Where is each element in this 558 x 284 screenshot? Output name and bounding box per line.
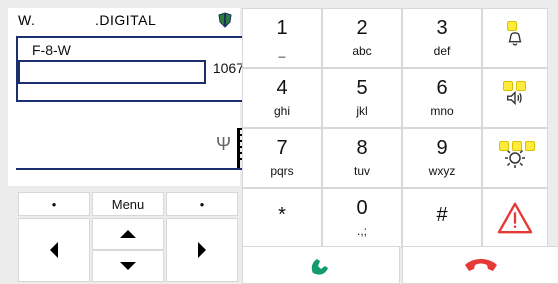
right-arrow-key[interactable]: [166, 218, 238, 282]
key-hash[interactable]: #: [402, 188, 482, 248]
speaker-key[interactable]: [482, 68, 548, 128]
alert-icon: [497, 202, 533, 234]
screen-number: 1067: [212, 60, 244, 76]
brand-left: W.: [18, 12, 36, 28]
key-8-main: 8: [356, 137, 368, 159]
bell-key[interactable]: [482, 8, 548, 68]
light-key[interactable]: [482, 128, 548, 188]
key-3[interactable]: 3 def: [402, 8, 482, 68]
key-0-sub: .,;: [356, 224, 367, 238]
key-9[interactable]: 9 wxyz: [402, 128, 482, 188]
indicator-dot: [503, 81, 513, 91]
key-4-sub: ghi: [273, 104, 290, 118]
key-5-main: 5: [356, 77, 368, 99]
key-5-sub: jkl: [356, 104, 368, 118]
key-3-main: 3: [436, 17, 448, 39]
call-icon: [311, 259, 328, 275]
key-6[interactable]: 6 mno: [402, 68, 482, 128]
call-row: [242, 246, 558, 284]
key-2-main: 2: [356, 17, 368, 39]
key-4-main: 4: [276, 77, 288, 99]
key-star-main: *: [278, 204, 286, 226]
key-4[interactable]: 4 ghi: [242, 68, 322, 128]
soft-right-label: •: [199, 196, 205, 212]
indicator-dot: [499, 141, 509, 151]
arrow-left-icon: [50, 242, 58, 258]
indicator-dot: [516, 81, 526, 91]
indicator-dots-3: [499, 141, 535, 151]
brand-right: .DIGITAL: [95, 12, 157, 28]
screen-box: F-8-W 1067: [16, 36, 248, 102]
key-7[interactable]: 7 pqrs: [242, 128, 322, 188]
left-arrow-key[interactable]: [18, 218, 90, 282]
down-arrow-key[interactable]: [92, 250, 164, 282]
menu-key[interactable]: Menu: [92, 192, 164, 216]
end-call-key[interactable]: [402, 246, 558, 284]
key-7-main: 7: [276, 137, 288, 159]
key-2-sub: abc: [352, 44, 372, 58]
alert-key[interactable]: [482, 188, 548, 248]
key-0[interactable]: 0 .,;: [322, 188, 402, 248]
indicator-dot: [525, 141, 535, 151]
display-divider: [16, 168, 248, 170]
key-9-main: 9: [436, 137, 448, 159]
call-key[interactable]: [242, 246, 400, 284]
shield-icon: [218, 12, 232, 28]
key-5[interactable]: 5 jkl: [322, 68, 402, 128]
key-6-sub: mno: [430, 104, 454, 118]
key-7-sub: pqrs: [270, 164, 294, 178]
key-3-sub: def: [433, 44, 451, 58]
soft-left-label: •: [51, 196, 57, 212]
indicator-dot: [512, 141, 522, 151]
key-1-sub: _: [278, 44, 286, 58]
soft-left-key[interactable]: •: [18, 192, 90, 216]
arrow-up-icon: [120, 230, 136, 238]
key-0-main: 0: [356, 197, 368, 219]
arrow-down-icon: [120, 262, 136, 270]
indicator-dots-2: [503, 81, 526, 91]
arrow-right-icon: [198, 242, 206, 258]
indicator-dot: [507, 21, 517, 31]
key-1[interactable]: 1 _: [242, 8, 322, 68]
key-1-main: 1: [276, 17, 288, 39]
indicator-dots-1: [507, 21, 517, 31]
key-6-main: 6: [436, 77, 448, 99]
signal-icon: [237, 128, 243, 168]
key-2[interactable]: 2 abc: [322, 8, 402, 68]
key-9-sub: wxyz: [428, 164, 456, 178]
key-8-sub: tuv: [353, 164, 370, 178]
phone-display: W. .DIGITAL F-8-W 1067 Ψ: [8, 8, 248, 186]
up-arrow-key[interactable]: [92, 218, 164, 250]
menu-label: Menu: [111, 196, 145, 212]
screen-input-field[interactable]: [18, 60, 206, 84]
screen-line-1: F-8-W: [32, 42, 71, 58]
end-call-icon: [465, 259, 497, 271]
soft-right-key[interactable]: •: [166, 192, 238, 216]
key-8[interactable]: 8 tuv: [322, 128, 402, 188]
key-star[interactable]: *: [242, 188, 322, 248]
key-hash-main: #: [436, 204, 448, 226]
